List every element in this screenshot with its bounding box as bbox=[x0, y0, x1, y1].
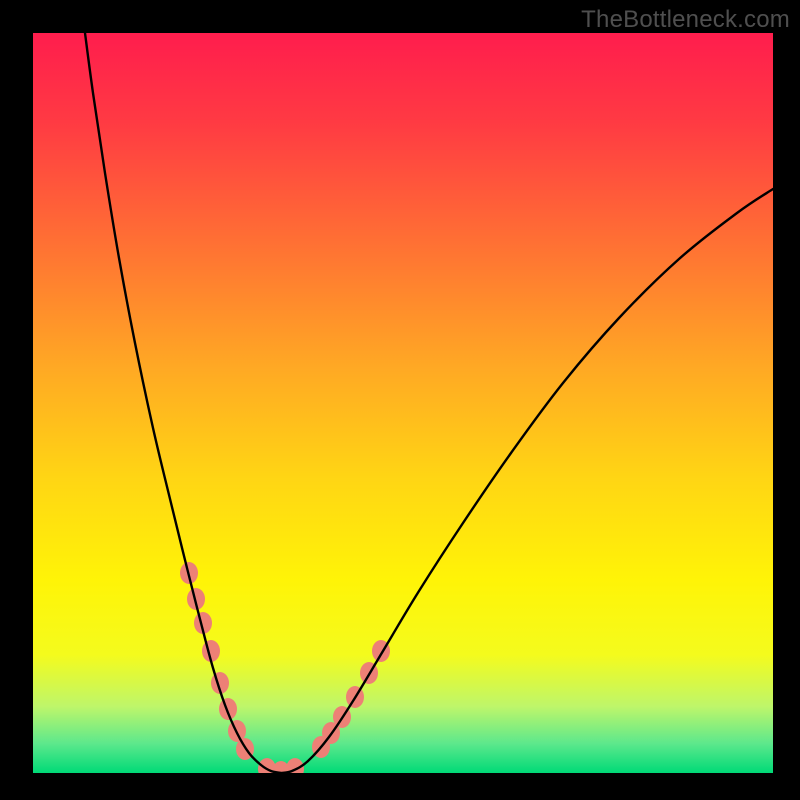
marker-group bbox=[180, 562, 390, 773]
right-branch-curve bbox=[281, 189, 773, 773]
left-branch-curve bbox=[85, 33, 281, 773]
data-marker bbox=[219, 698, 237, 720]
curves-layer bbox=[33, 33, 773, 773]
chart-frame: TheBottleneck.com bbox=[0, 0, 800, 800]
plot-area bbox=[33, 33, 773, 773]
watermark-label: TheBottleneck.com bbox=[581, 6, 790, 34]
